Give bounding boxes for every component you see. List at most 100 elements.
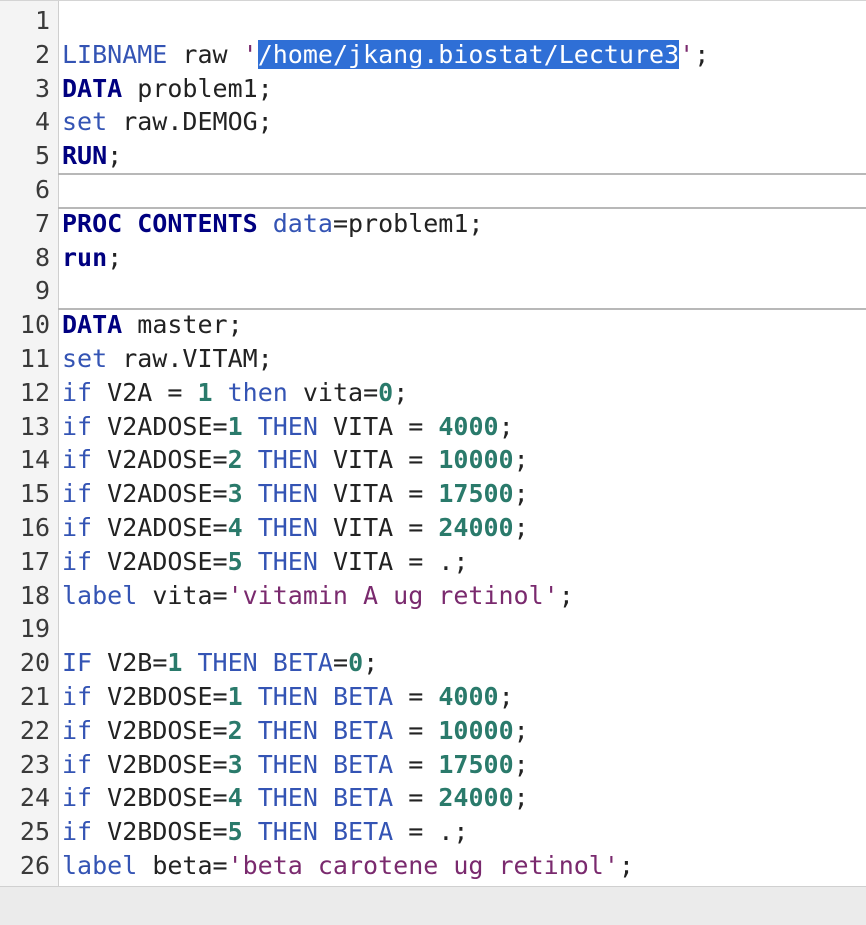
code-token: 4000 [438, 681, 499, 711]
code-token: BETA [332, 749, 394, 779]
code-token: 2 [227, 445, 243, 475]
code-token: = .; [393, 817, 469, 847]
code-token: 10000 [438, 445, 514, 475]
code-token: V2ADOSE= [92, 512, 228, 542]
code-line[interactable]: 4 set raw.DEMOG; [0, 105, 866, 139]
code-token: V2BDOSE= [92, 681, 228, 711]
code-line[interactable]: 2 LIBNAME raw '/home/jkang.biostat/Lectur… [0, 38, 866, 72]
code-line[interactable]: 19 [0, 612, 866, 646]
code-text[interactable]: RUN; [62, 139, 122, 173]
code-token: DATA [62, 310, 123, 340]
code-text[interactable]: if V2ADOSE=3 THEN VITA = 17500; [62, 477, 529, 511]
code-line[interactable]: 3 DATA problem1; [0, 72, 866, 106]
code-token: raw [167, 39, 243, 69]
code-token: 1 [197, 377, 213, 407]
code-token: ; [513, 512, 529, 542]
code-text[interactable]: if V2ADOSE=5 THEN VITA = .; [62, 545, 468, 579]
code-line[interactable]: 16 if V2ADOSE=4 THEN VITA = 24000; [0, 511, 866, 545]
code-token: ; [513, 445, 529, 475]
code-text[interactable]: if V2ADOSE=2 THEN VITA = 10000; [62, 443, 529, 477]
code-text[interactable]: if V2BDOSE=2 THEN BETA = 10000; [62, 714, 529, 748]
code-line[interactable]: 10 DATA master; [0, 308, 866, 342]
line-number: 11 [19, 343, 50, 373]
line-number: 20 [19, 648, 50, 678]
code-text[interactable]: if V2BDOSE=5 THEN BETA = .; [62, 815, 468, 849]
code-line[interactable]: 17 if V2ADOSE=5 THEN VITA = .; [0, 545, 866, 579]
code-token: V2BDOSE= [92, 783, 228, 813]
selected-text: /home/jkang.biostat/Lecture3 [257, 39, 680, 69]
line-number: 17 [19, 546, 50, 576]
code-line[interactable]: 12 if V2A = 1 then vita=0; [0, 376, 866, 410]
code-token: if [62, 546, 93, 576]
code-line[interactable]: 23 if V2BDOSE=3 THEN BETA = 17500; [0, 748, 866, 782]
line-number: 16 [19, 512, 50, 542]
code-line[interactable]: 1 [0, 4, 866, 38]
code-text[interactable]: if V2ADOSE=1 THEN VITA = 4000; [62, 410, 514, 444]
code-line[interactable]: 26 label beta='beta carotene ug retinol'; [0, 849, 866, 883]
code-text[interactable]: if V2BDOSE=1 THEN BETA = 4000; [62, 680, 514, 714]
code-line[interactable]: 5 RUN; [0, 139, 866, 173]
code-token: 5 [227, 546, 243, 576]
code-token: ; [393, 377, 409, 407]
code-line[interactable]: 25 if V2BDOSE=5 THEN BETA = .; [0, 815, 866, 849]
code-token: vita= [137, 580, 228, 610]
code-text[interactable]: if V2BDOSE=4 THEN BETA = 24000; [62, 781, 529, 815]
line-number: 2 [34, 39, 50, 69]
line-number: 8 [34, 242, 50, 272]
code-line[interactable]: 9 [0, 274, 866, 308]
code-token: THEN [257, 783, 318, 813]
code-line[interactable]: 8 run; [0, 241, 866, 275]
code-token: VITA = [317, 445, 439, 475]
code-line[interactable]: 20 IF V2B=1 THEN BETA=0; [0, 646, 866, 680]
code-token: 17500 [438, 749, 514, 779]
code-line[interactable]: 7 PROC CONTENTS data=problem1; [0, 206, 866, 241]
code-line[interactable]: 13 if V2ADOSE=1 THEN VITA = 4000; [0, 410, 866, 444]
code-text[interactable]: set raw.DEMOG; [62, 105, 273, 139]
code-token: = [333, 648, 349, 678]
code-token: THEN [257, 512, 318, 542]
code-token: VITA = [317, 512, 439, 542]
code-line[interactable]: 11 set raw.VITAM; [0, 342, 866, 376]
code-text[interactable]: DATA problem1; [62, 72, 273, 106]
code-text[interactable]: IF V2B=1 THEN BETA=0; [62, 646, 378, 680]
code-text[interactable]: run; [62, 241, 122, 275]
code-token: 1 [227, 411, 243, 441]
code-text[interactable]: DATA master; [62, 308, 243, 342]
code-text[interactable]: set raw.VITAM; [62, 342, 273, 376]
code-text[interactable]: label vita='vitamin A ug retinol'; [62, 579, 574, 613]
line-number: 10 [19, 310, 50, 340]
code-line[interactable]: 21 if V2BDOSE=1 THEN BETA = 4000; [0, 680, 866, 714]
code-line[interactable]: 18 label vita='vitamin A ug retinol'; [0, 579, 866, 613]
code-token: THEN [257, 479, 318, 509]
code-text[interactable]: if V2ADOSE=4 THEN VITA = 24000; [62, 511, 529, 545]
code-editor[interactable]: 1 2 LIBNAME raw '/home/jkang.biostat/Lectu… [0, 0, 866, 887]
code-line[interactable]: 15 if V2ADOSE=3 THEN VITA = 17500; [0, 477, 866, 511]
status-bar [0, 886, 866, 925]
code-line[interactable]: 6 [0, 172, 866, 207]
code-token: 'vitamin A ug retinol' [227, 580, 559, 610]
code-token: V2ADOSE= [92, 479, 228, 509]
code-line[interactable]: 24 if V2BDOSE=4 THEN BETA = 24000; [0, 781, 866, 815]
code-text[interactable]: LIBNAME raw '/home/jkang.biostat/Lecture… [62, 38, 709, 72]
code-token: THEN [257, 681, 318, 711]
code-token: ; [513, 783, 529, 813]
code-token: ; [498, 681, 514, 711]
code-token: then [227, 377, 288, 407]
code-text[interactable]: if V2BDOSE=3 THEN BETA = 17500; [62, 748, 529, 782]
code-token: if [62, 749, 93, 779]
code-text[interactable]: label beta='beta carotene ug retinol'; [62, 849, 634, 883]
code-token: V2BDOSE= [92, 715, 228, 745]
code-text[interactable]: PROC CONTENTS data=problem1; [62, 207, 483, 241]
line-number: 26 [19, 850, 50, 880]
code-text[interactable]: if V2A = 1 then vita=0; [62, 376, 408, 410]
code-token: beta= [137, 850, 228, 880]
code-token: if [62, 377, 93, 407]
code-line[interactable]: 14 if V2ADOSE=2 THEN VITA = 10000; [0, 443, 866, 477]
code-token: VITA = .; [317, 546, 469, 576]
code-line[interactable]: 22 if V2BDOSE=2 THEN BETA = 10000; [0, 714, 866, 748]
code-lines[interactable]: 1 2 LIBNAME raw '/home/jkang.biostat/Lectu… [0, 4, 866, 883]
